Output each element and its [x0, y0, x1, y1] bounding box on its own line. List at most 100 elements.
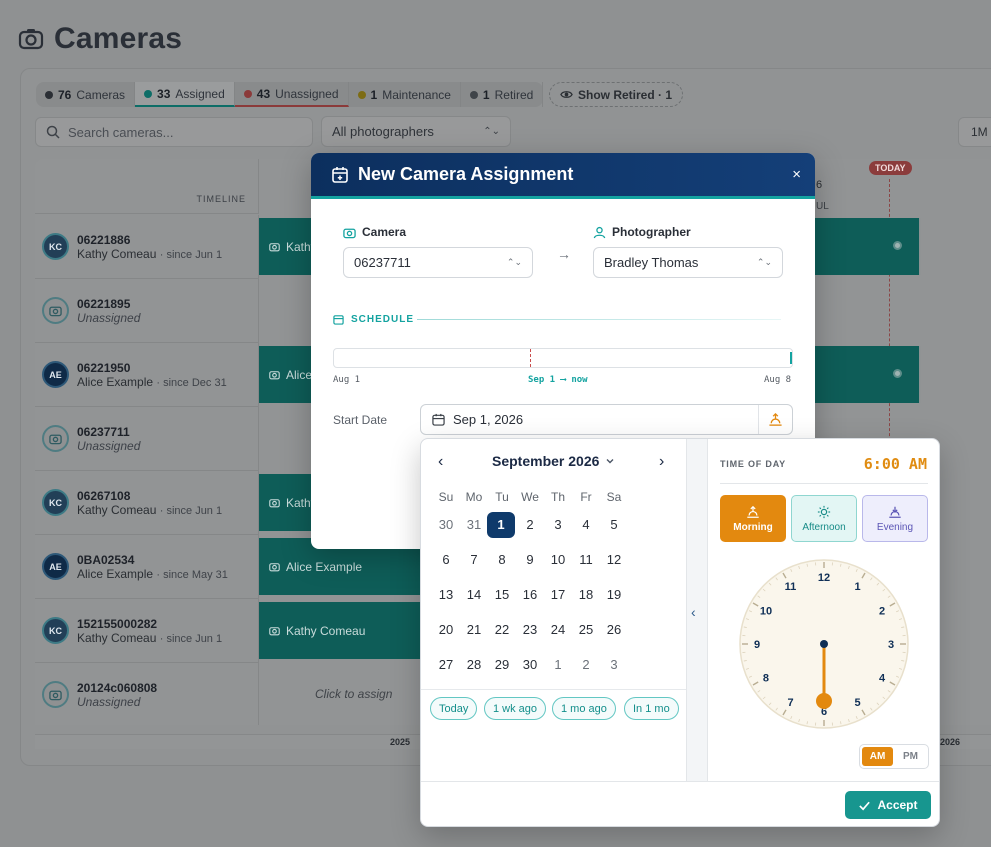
calendar-day[interactable]: 6	[432, 547, 460, 573]
table-row[interactable]: KC 152155000282 Kathy Comeau · since Jun 1	[35, 599, 259, 663]
calendar-day[interactable]: 26	[600, 617, 628, 643]
popover-footer: Accept	[421, 781, 939, 826]
camera-icon	[269, 499, 280, 508]
filter-chip-retired[interactable]: 1 Retired	[461, 82, 544, 107]
morning-button[interactable]: Morning	[720, 495, 786, 542]
sunrise-time-button[interactable]	[758, 405, 792, 434]
afternoon-button[interactable]: Afternoon	[791, 495, 857, 542]
clock-hand-knob[interactable]	[816, 693, 832, 709]
filter-chip-cameras[interactable]: 76 Cameras	[36, 82, 136, 107]
photographer-filter-value: All photographers	[332, 124, 434, 139]
calendar-day[interactable]: 3	[600, 652, 628, 678]
start-date-input[interactable]: Sep 1, 2026	[420, 404, 793, 435]
camera-id: 06221895	[77, 296, 131, 311]
calendar-day[interactable]: 20	[432, 617, 460, 643]
zoom-1m-button[interactable]: 1M	[958, 117, 991, 147]
calendar-day-selected[interactable]: 1	[487, 512, 515, 538]
click-to-assign[interactable]: Click to assign	[315, 687, 392, 701]
calendar-day[interactable]: 14	[460, 582, 488, 608]
calendar-day[interactable]: 29	[488, 652, 516, 678]
calendar-day[interactable]: 23	[516, 617, 544, 643]
calendar-day[interactable]: 1	[544, 652, 572, 678]
am-button[interactable]: AM	[862, 747, 893, 766]
calendar-day[interactable]: 30	[432, 512, 460, 538]
sunrise-icon	[769, 412, 782, 426]
table-row[interactable]: KC 06221886 Kathy Comeau · since Jun 1	[35, 215, 259, 279]
header-month-partial: UL	[816, 201, 829, 212]
show-retired-button[interactable]: Show Retired · 1	[549, 82, 684, 107]
evening-button[interactable]: Evening	[862, 495, 928, 542]
calendar-day[interactable]: 19	[600, 582, 628, 608]
photographer-label: Photographer	[593, 225, 691, 239]
search-input[interactable]: Search cameras...	[35, 117, 313, 147]
clock-number[interactable]: 9	[754, 639, 760, 651]
next-month-button[interactable]: ›	[659, 453, 664, 471]
clock-number[interactable]: 12	[818, 572, 830, 584]
table-row[interactable]: KC 06267108 Kathy Comeau · since Jun 1	[35, 471, 259, 535]
calendar-day[interactable]: 9	[516, 547, 544, 573]
table-row[interactable]: 06221895 Unassigned	[35, 279, 259, 343]
clock-number[interactable]: 11	[785, 581, 797, 593]
calendar-day[interactable]: 15	[488, 582, 516, 608]
chevron-left-icon[interactable]: ‹	[691, 604, 696, 620]
calendar-day[interactable]: 16	[516, 582, 544, 608]
camera-select[interactable]: 06237711 ⌃⌄	[343, 247, 533, 278]
calendar-day[interactable]: 21	[460, 617, 488, 643]
evening-label: Evening	[876, 521, 914, 533]
calendar-day[interactable]: 22	[488, 617, 516, 643]
clock-number[interactable]: 4	[879, 673, 886, 685]
calendar-day[interactable]: 4	[572, 512, 600, 538]
table-row[interactable]: AE 0BA02534 Alice Example · since May 31	[35, 535, 259, 599]
calendar-day[interactable]: 27	[432, 652, 460, 678]
photographer-select[interactable]: Bradley Thomas ⌃⌄	[593, 247, 783, 278]
calendar-day[interactable]: 28	[460, 652, 488, 678]
calendar-day[interactable]: 8	[488, 547, 516, 573]
quick-date-1-wk-ago[interactable]: 1 wk ago	[484, 697, 547, 720]
filter-chip-unassigned[interactable]: 43 Unassigned	[234, 82, 349, 107]
calendar-day[interactable]: 25	[572, 617, 600, 643]
calendar-day[interactable]: 2	[516, 512, 544, 538]
clock-number[interactable]: 3	[888, 639, 894, 651]
month-year-select[interactable]: September 2026	[492, 453, 615, 469]
calendar-day[interactable]: 18	[572, 582, 600, 608]
calendar-day[interactable]: 10	[544, 547, 572, 573]
table-row[interactable]: 20124c060808 Unassigned	[35, 663, 259, 725]
table-row[interactable]: 06237711 Unassigned	[35, 407, 259, 471]
calendar-day[interactable]: 31	[460, 512, 488, 538]
prev-month-button[interactable]: ‹	[438, 453, 443, 471]
clock-face[interactable]: 121234567891011	[739, 559, 909, 729]
filter-count: 43	[256, 86, 271, 101]
table-row[interactable]: AE 06221950 Alice Example · since Dec 31	[35, 343, 259, 407]
quick-date-in-1-mo[interactable]: In 1 mo	[624, 697, 679, 720]
filter-chip-assigned[interactable]: 33 Assigned	[135, 82, 235, 107]
clock-number[interactable]: 7	[787, 697, 793, 709]
calendar-day[interactable]: 7	[460, 547, 488, 573]
assignment-bar-tail[interactable]	[815, 218, 921, 275]
calendar-day[interactable]: 17	[544, 582, 572, 608]
calendar-day[interactable]: 5	[600, 512, 628, 538]
assignment-bar-tail[interactable]	[815, 346, 921, 403]
filter-chip-maintenance[interactable]: 1 Maintenance	[349, 82, 461, 107]
quick-date-today[interactable]: Today	[430, 697, 478, 720]
clock-number[interactable]: 8	[763, 673, 769, 685]
quick-date-1-mo-ago[interactable]: 1 mo ago	[552, 697, 616, 720]
calendar-day[interactable]: 12	[600, 547, 628, 573]
camera-icon	[269, 627, 280, 636]
schedule-track[interactable]	[333, 348, 793, 368]
camera-id: 20124c060808	[77, 680, 158, 695]
accept-button[interactable]: Accept	[845, 791, 931, 819]
close-icon[interactable]: ×	[792, 167, 801, 182]
calendar-day[interactable]: 2	[572, 652, 600, 678]
clock-number[interactable]: 1	[854, 581, 860, 593]
clock-number[interactable]: 5	[854, 697, 860, 709]
photographer-filter-select[interactable]: All photographers ⌃⌄	[321, 116, 511, 147]
calendar-day[interactable]: 3	[544, 512, 572, 538]
clock-number[interactable]: 2	[879, 606, 885, 618]
calendar-day[interactable]: 13	[432, 582, 460, 608]
calendar-day[interactable]: 11	[572, 547, 600, 573]
pm-button[interactable]: PM	[895, 747, 926, 766]
calendar-day[interactable]: 24	[544, 617, 572, 643]
weekday-label: Tu	[495, 490, 509, 504]
calendar-day[interactable]: 30	[516, 652, 544, 678]
clock-number[interactable]: 10	[760, 606, 772, 618]
